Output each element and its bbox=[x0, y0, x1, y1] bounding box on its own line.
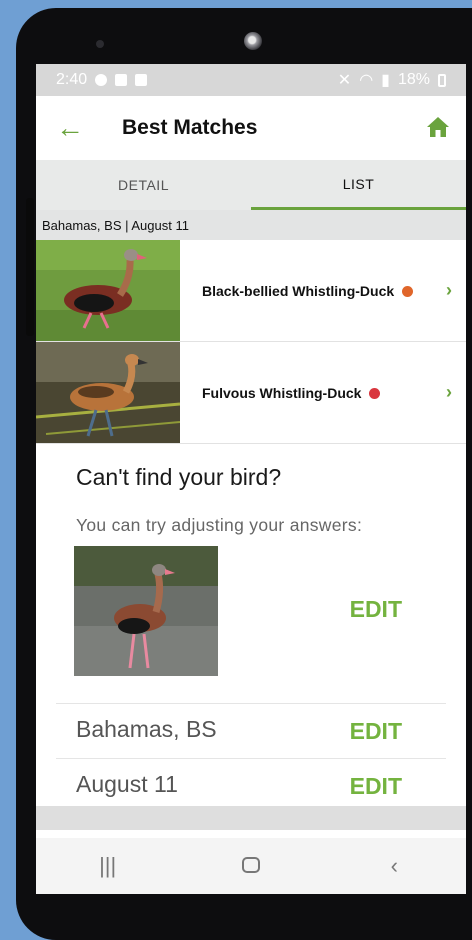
black-bellied-whistling-duck-photo bbox=[36, 240, 180, 341]
tab-list[interactable]: LIST bbox=[251, 160, 466, 210]
result-row-black-bellied[interactable]: Black-bellied Whistling-Duck › bbox=[36, 240, 466, 342]
home-icon[interactable] bbox=[426, 116, 450, 138]
chevron-right-icon: › bbox=[446, 382, 452, 402]
battery-percent: 18% bbox=[397, 71, 430, 88]
app-notification-icon bbox=[115, 74, 128, 86]
range-marker-icon bbox=[402, 286, 414, 298]
cant-find-section: Can't find your bird? You can try adjust… bbox=[36, 444, 466, 536]
battery-icon bbox=[438, 73, 446, 87]
notification-icon bbox=[95, 74, 108, 86]
cant-find-heading: Can't find your bird? bbox=[76, 464, 282, 490]
cant-find-subtext: You can try adjusting your answers: bbox=[76, 515, 363, 535]
page-title: Best Matches bbox=[122, 116, 258, 139]
status-bar: 2:40 ✕ ◠ ▮ 18% bbox=[36, 64, 466, 96]
sensor-dot bbox=[96, 40, 104, 48]
wifi-icon: ◠ bbox=[359, 72, 374, 89]
fulvous-whistling-duck-photo bbox=[36, 342, 180, 443]
edit-photo-row: EDIT bbox=[56, 536, 446, 704]
app-screen: 2:40 ✕ ◠ ▮ 18% ← Best Matches DETAIL LIS… bbox=[36, 64, 466, 894]
edit-photo-button[interactable]: EDIT bbox=[350, 596, 402, 623]
app-bar: ← Best Matches bbox=[36, 96, 466, 160]
tab-detail[interactable]: DETAIL bbox=[36, 160, 251, 210]
result-row-fulvous[interactable]: Fulvous Whistling-Duck › bbox=[36, 342, 466, 444]
front-camera bbox=[244, 32, 262, 50]
tab-bar: DETAIL LIST bbox=[36, 160, 466, 210]
arrow-left-icon[interactable]: ← bbox=[56, 112, 104, 144]
recents-icon[interactable]: ||| bbox=[78, 853, 138, 879]
image-notification-icon bbox=[135, 74, 148, 86]
chevron-right-icon: › bbox=[446, 280, 452, 300]
edit-date-button[interactable]: EDIT bbox=[350, 773, 402, 800]
mute-icon: ✕ bbox=[337, 72, 352, 89]
user-bird-photo bbox=[74, 546, 218, 676]
range-marker-icon bbox=[369, 388, 381, 400]
date-value: August 11 bbox=[76, 771, 178, 797]
location-value: Bahamas, BS bbox=[76, 716, 217, 742]
side-button bbox=[26, 198, 34, 336]
species-name: Fulvous Whistling-Duck bbox=[202, 385, 381, 401]
home-nav-icon[interactable] bbox=[221, 853, 281, 879]
edit-location-row: Bahamas, BS EDIT bbox=[56, 704, 446, 759]
edit-location-button[interactable]: EDIT bbox=[350, 718, 402, 745]
back-nav-icon[interactable]: ‹ bbox=[364, 853, 424, 879]
species-name: Black-bellied Whistling-Duck bbox=[202, 283, 414, 299]
status-time: 2:40 bbox=[56, 71, 88, 88]
signal-icon: ▮ bbox=[381, 72, 390, 89]
location-date-line: Bahamas, BS | August 11 bbox=[36, 210, 466, 240]
system-nav-bar: ||| ‹ bbox=[36, 838, 466, 894]
section-divider bbox=[36, 806, 466, 830]
